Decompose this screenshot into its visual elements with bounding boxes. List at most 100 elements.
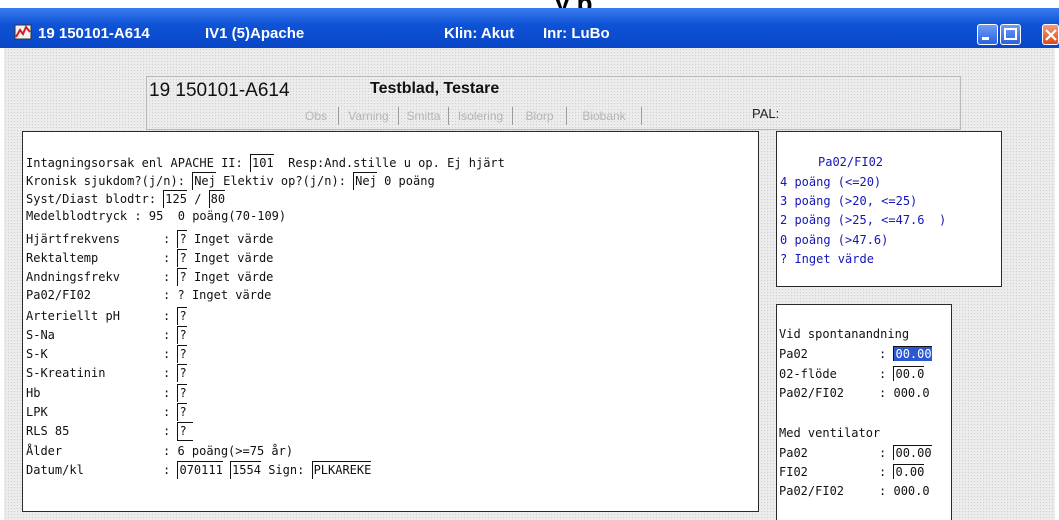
- colon: :: [163, 444, 171, 458]
- close-button[interactable]: [1042, 24, 1059, 45]
- ph-label: Arteriellt pH: [26, 309, 120, 323]
- pal-label: PAL:: [752, 106, 780, 121]
- hr-desc: Inget värde: [193, 232, 274, 246]
- sign-label: Sign:: [268, 463, 305, 477]
- vent-fio2-label: FI02: [779, 465, 808, 479]
- patient-id: 19 150101-A614: [149, 80, 290, 101]
- app-icon: [14, 24, 32, 40]
- spont-ratio-label: Pa02/FI02: [779, 386, 845, 400]
- colon: :: [163, 232, 171, 246]
- bp-label: Syst/Diast blodtr:: [26, 192, 157, 206]
- rr-label: Andningsfrekv: [26, 270, 120, 284]
- tag-obs[interactable]: Obs: [294, 107, 339, 125]
- colon: :: [879, 484, 887, 498]
- rr-field[interactable]: ?: [177, 268, 187, 286]
- spont-title: Vid spontanandning: [779, 327, 910, 341]
- chronic-label: Kronisk sjukdom?(j/n):: [26, 174, 185, 188]
- vent-pa02-label: Pa02: [779, 446, 808, 460]
- vent-title: Med ventilator: [779, 426, 881, 440]
- patient-name: Testblad, Testare: [370, 80, 500, 97]
- elective-points: 0 poäng: [384, 174, 435, 188]
- spont-pa02-label: Pa02: [779, 347, 808, 361]
- title-patient-id: 19 150101-A614: [38, 25, 150, 42]
- colon: :: [163, 366, 171, 380]
- date-label: Datum/kl: [26, 463, 84, 477]
- age-value: 6 poäng(>=75 år): [177, 444, 294, 458]
- colon: :: [163, 270, 171, 284]
- title-klin: Klin: Akut: [444, 25, 515, 42]
- spont-ratio-value: 000.0: [893, 386, 930, 400]
- sign-field[interactable]: PLKAREKE: [311, 461, 372, 479]
- maximize-icon: [1004, 28, 1017, 40]
- k-field[interactable]: ?: [177, 345, 187, 363]
- rls-field[interactable]: ?: [177, 422, 193, 441]
- score-row: 2 poäng (>25, <=47.6 ): [780, 213, 947, 227]
- elective-label: Elektiv op?(j/n):: [223, 174, 346, 188]
- minimize-button[interactable]: [977, 24, 998, 45]
- score-row: 4 poäng (<=20): [780, 175, 882, 189]
- score-panel-title: Pa02/FI02: [818, 155, 884, 169]
- temp-desc: Inget värde: [193, 251, 274, 265]
- score-row: ? Inget värde: [780, 252, 874, 266]
- hb-field[interactable]: ?: [177, 384, 187, 402]
- colon: :: [879, 386, 887, 400]
- pafi-value: ?: [177, 288, 185, 302]
- date-field[interactable]: 070111: [177, 461, 223, 479]
- colon: :: [879, 367, 887, 381]
- colon: :: [163, 405, 171, 419]
- krea-field[interactable]: ?: [177, 364, 187, 382]
- rr-desc: Inget värde: [193, 270, 274, 284]
- elective-field[interactable]: Nej: [353, 172, 377, 190]
- time-field[interactable]: 1554: [230, 461, 261, 479]
- bp-syst-field[interactable]: 125: [163, 190, 187, 208]
- bp-separator: /: [194, 192, 202, 206]
- map-label: Medelblodtryck: [26, 209, 128, 223]
- hr-label: Hjärtfrekvens: [26, 232, 120, 246]
- tag-smitta[interactable]: Smitta: [399, 107, 449, 125]
- krea-label: S-Kreatinin: [26, 366, 106, 380]
- k-label: S-K: [26, 347, 48, 361]
- tag-biobank[interactable]: Biobank: [567, 107, 642, 125]
- intake-label: Intagningsorsak enl APACHE II:: [26, 156, 243, 170]
- score-row: 3 poäng (>20, <=25): [780, 194, 918, 208]
- score-row: 0 poäng (>47.6): [780, 233, 889, 247]
- colon: :: [163, 347, 171, 361]
- chronic-field[interactable]: Nej: [192, 172, 216, 190]
- temp-field[interactable]: ?: [177, 249, 187, 267]
- tag-varning[interactable]: Varning: [339, 107, 399, 125]
- temp-label: Rektaltemp: [26, 251, 99, 265]
- colon: :: [879, 446, 887, 460]
- lpk-field[interactable]: ?: [177, 403, 187, 421]
- tag-isolering[interactable]: Isolering: [449, 107, 513, 125]
- maximize-button[interactable]: [1000, 24, 1021, 45]
- colon: :: [879, 347, 887, 361]
- map-value: 95 0 poäng(70-109): [148, 209, 287, 223]
- colon: :: [163, 309, 171, 323]
- pafi-label: Pa02/FI02: [26, 288, 92, 302]
- close-icon: [1045, 29, 1057, 41]
- minimize-icon: [982, 37, 989, 40]
- ph-field[interactable]: ?: [177, 307, 187, 325]
- vent-fio2-field[interactable]: 0.00: [893, 464, 925, 479]
- intake-desc: Resp:And.stille u op. Ej hjärt: [288, 156, 505, 170]
- vent-ratio-value: 000.0: [893, 484, 930, 498]
- spont-flow-field[interactable]: 00.0: [893, 366, 925, 381]
- bp-diast-field[interactable]: 80: [208, 190, 226, 208]
- colon: :: [163, 463, 171, 477]
- spont-pa02-field[interactable]: 00.00: [893, 346, 932, 361]
- spont-flow-label: 02-flöde: [779, 367, 837, 381]
- colon: :: [163, 288, 171, 302]
- vent-pa02-field[interactable]: 00.00: [893, 445, 932, 460]
- colon: :: [879, 465, 887, 479]
- pafi-desc: Inget värde: [191, 288, 272, 302]
- map-colon: :: [134, 209, 142, 223]
- window-titlebar[interactable]: 19 150101-A614 IV1 (5)Apache Klin: Akut …: [0, 8, 1059, 48]
- tag-blorp[interactable]: Blorp: [513, 107, 567, 125]
- title-module: IV1 (5)Apache: [205, 25, 305, 42]
- hr-field[interactable]: ?: [177, 230, 187, 248]
- na-field[interactable]: ?: [177, 326, 187, 344]
- colon: :: [163, 328, 171, 342]
- intake-code-field[interactable]: 101: [249, 154, 274, 172]
- colon: :: [163, 386, 171, 400]
- rls-label: RLS 85: [26, 424, 70, 438]
